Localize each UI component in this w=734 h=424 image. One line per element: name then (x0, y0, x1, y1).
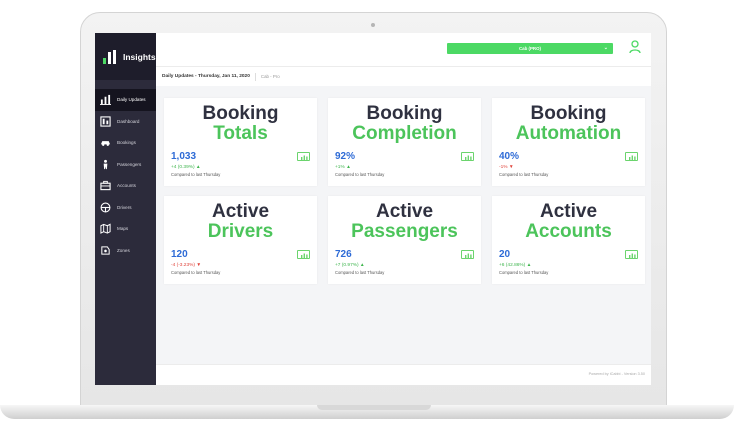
footer: Powered by iCabbi - Version 3.50 (156, 364, 651, 385)
card-compare-text: Compared to last Thursday (171, 270, 221, 275)
sidebar-item-label: Drivers (117, 204, 132, 210)
brand-name: Insights (123, 51, 156, 62)
service-select-value: Cab (PRO) (519, 46, 541, 51)
steering-wheel-icon (100, 202, 111, 213)
sidebar-item-label: Daily Updates (117, 97, 146, 103)
card-delta: +1% ▲ (335, 165, 351, 170)
card-title: Booking Totals (202, 103, 279, 144)
insights-logo-icon (103, 49, 116, 64)
sidebar-item-label: Dashboard (117, 118, 140, 124)
person-icon (103, 159, 108, 169)
card-booking-completion: Booking Completion 92% +1% ▲ Compared to… (328, 98, 481, 186)
card-delta: +4 (0.39%) ▲ (171, 165, 201, 170)
mini-chart-icon (301, 253, 308, 258)
chart-button[interactable] (297, 152, 310, 161)
map-icon (100, 223, 111, 235)
sidebar-item-maps[interactable]: Maps (95, 218, 156, 240)
mini-chart-icon (629, 155, 636, 160)
dashboard-icon (100, 116, 111, 127)
card-delta: +7 (0.97%) ▲ (335, 263, 365, 268)
sidebar-item-label: Bookings (117, 140, 136, 146)
card-title: Active Passengers (351, 201, 458, 242)
chevron-down-icon: ⌄ (603, 45, 608, 51)
card-active-drivers: Active Drivers 120 -4 (-3.23%) ▼ Compare… (164, 196, 317, 284)
card-value: 1,033 (171, 151, 197, 162)
mini-chart-icon (301, 155, 308, 160)
card-compare-text: Compared to last Thursday (171, 172, 221, 177)
mini-chart-icon (629, 253, 636, 258)
card-value: 40% (499, 151, 520, 162)
mini-chart-icon (465, 155, 472, 160)
zone-icon (101, 246, 110, 255)
page-subtitle: Cab - Pro (260, 74, 280, 79)
card-value: 92% (335, 151, 356, 162)
card-title: Booking Completion (352, 103, 457, 144)
briefcase-icon (100, 181, 111, 191)
card-compare-text: Compared to last Thursday (335, 270, 385, 275)
card-value: 20 (499, 249, 511, 260)
bar-chart-icon (100, 95, 111, 106)
camera-dot (371, 23, 375, 27)
sidebar-item-zones[interactable]: Zones (95, 240, 156, 262)
footer-text: Powered by iCabbi - Version 3.50 (588, 372, 645, 376)
card-value: 120 (171, 249, 188, 260)
sidebar-item-label: Zones (117, 247, 130, 253)
sidebar-item-label: Accounts (117, 183, 136, 189)
chart-button[interactable] (461, 152, 474, 161)
breadcrumb-divider (254, 72, 256, 81)
laptop-notch (317, 405, 431, 410)
sidebar-item-label: Passengers (117, 161, 142, 167)
card-title: Booking Automation (515, 103, 622, 144)
sidebar-item-dashboard[interactable]: Dashboard (95, 111, 156, 133)
brand[interactable]: Insights (95, 33, 156, 80)
sidebar-item-drivers[interactable]: Drivers (95, 197, 156, 219)
card-delta: -4 (-3.23%) ▼ (171, 263, 202, 268)
chart-button[interactable] (461, 250, 474, 259)
sidebar-item-daily-updates[interactable]: Daily Updates (95, 89, 156, 111)
sidebar-item-bookings[interactable]: Bookings (95, 132, 156, 154)
chart-button[interactable] (297, 250, 310, 259)
app-screen: Insights Daily Updates Dashboard Booking… (95, 33, 651, 385)
card-value: 726 (335, 249, 352, 260)
page-title: Daily Updates - Thursday, Jan 11, 2020 (162, 74, 250, 79)
card-title: Active Drivers (207, 201, 274, 242)
card-booking-totals: Booking Totals 1,033 +4 (0.39%) ▲ Compar… (164, 98, 317, 186)
chart-button[interactable] (625, 152, 638, 161)
card-delta: +6 (42.86%) ▲ (499, 263, 532, 268)
card-compare-text: Compared to last Thursday (335, 172, 385, 177)
car-icon (100, 141, 111, 147)
card-booking-automation: Booking Automation 40% -1% ▼ Compared to… (492, 98, 645, 186)
top-bar: Cab (PRO) ⌄ (156, 33, 651, 66)
user-icon[interactable] (629, 40, 641, 54)
card-active-passengers: Active Passengers 726 +7 (0.97%) ▲ Compa… (328, 196, 481, 284)
sidebar-item-accounts[interactable]: Accounts (95, 175, 156, 197)
service-select[interactable]: Cab (PRO) ⌄ (447, 43, 613, 54)
sidebar-item-label: Maps (117, 226, 129, 232)
sidebar: Insights Daily Updates Dashboard Booking… (95, 33, 156, 385)
card-active-accounts: Active Accounts 20 +6 (42.86%) ▲ Compare… (492, 196, 645, 284)
card-delta: -1% ▼ (499, 165, 514, 170)
card-title: Active Accounts (525, 201, 612, 242)
card-compare-text: Compared to last Thursday (499, 172, 549, 177)
breadcrumb: Daily Updates - Thursday, Jan 11, 2020 C… (156, 66, 651, 86)
chart-button[interactable] (625, 250, 638, 259)
mini-chart-icon (465, 253, 472, 258)
card-compare-text: Compared to last Thursday (499, 270, 549, 275)
sidebar-item-passengers[interactable]: Passengers (95, 154, 156, 176)
